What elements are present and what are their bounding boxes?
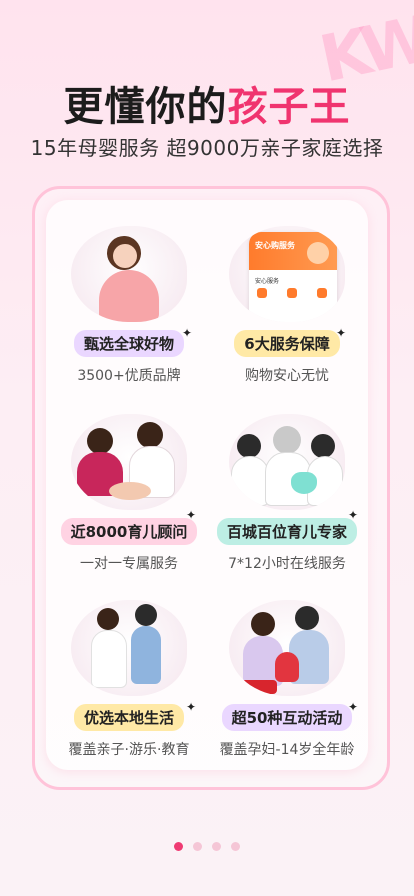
- family-illustration: [229, 600, 345, 696]
- feature-desc: 一对一专属服务: [80, 556, 178, 572]
- title-accent: 孩子王: [227, 84, 351, 130]
- sparkle-icon: ✦: [348, 700, 359, 714]
- service-app-illustration: 安心购服务 安心服务: [229, 226, 345, 322]
- page-title: 更懂你的孩子王: [0, 74, 414, 132]
- page-indicator: [0, 836, 414, 855]
- page-dot-3[interactable]: [212, 842, 221, 851]
- kids-playing-illustration: [71, 600, 187, 696]
- feature-parenting-advisors: 近8000育儿顾问 一对一专属服务: [54, 414, 204, 573]
- feature-desc: 7*12小时在线服务: [228, 556, 346, 572]
- feature-label: 超50种互动活动: [221, 704, 353, 731]
- feature-local-life: 优选本地生活 覆盖亲子·游乐·教育: [54, 600, 204, 759]
- feature-interactive-events: 超50种互动活动 覆盖孕妇-14岁全年龄: [212, 600, 362, 759]
- feature-label: 百城百位育儿专家: [216, 518, 357, 545]
- sparkle-icon: ✦: [182, 326, 193, 340]
- feature-service-guarantee: 安心购服务 安心服务 6大服务保障 购物安心无忧: [212, 226, 362, 385]
- phone-card-section: 安心服务: [255, 278, 280, 285]
- feature-label: 6大服务保障: [234, 330, 340, 357]
- sparkle-icon: ✦: [186, 700, 197, 714]
- feature-global-goods: 甄选全球好物 3500+优质品牌: [54, 226, 204, 385]
- page-dot-4[interactable]: [231, 842, 240, 851]
- feature-desc: 购物安心无忧: [245, 368, 329, 384]
- feature-label: 近8000育儿顾问: [60, 518, 198, 545]
- feature-desc: 3500+优质品牌: [77, 368, 181, 384]
- sparkle-icon: ✦: [186, 508, 197, 522]
- sparkle-icon: ✦: [348, 508, 359, 522]
- experts-team-illustration: [229, 414, 345, 510]
- feature-parenting-experts: 百城百位育儿专家 7*12小时在线服务: [212, 414, 362, 573]
- feature-desc: 覆盖亲子·游乐·教育: [68, 742, 190, 758]
- heart-icon: [291, 472, 317, 494]
- page-dot-1[interactable]: [174, 842, 183, 851]
- title-prefix: 更懂你的: [63, 84, 228, 130]
- page-dot-2[interactable]: [193, 842, 202, 851]
- advisor-baby-illustration: [71, 414, 187, 510]
- feature-label: 优选本地生活: [73, 704, 184, 731]
- sparkle-icon: ✦: [336, 326, 347, 340]
- phone-screen: 安心购服务 安心服务: [249, 232, 337, 322]
- page-subtitle: 15年母婴服务 超9000万亲子家庭选择: [30, 136, 384, 160]
- feature-label: 甄选全球好物: [73, 330, 184, 357]
- shield-badge-icon: [307, 242, 329, 264]
- mom-shopping-illustration: [71, 226, 187, 322]
- phone-card-title: 安心购服务: [255, 241, 295, 250]
- feature-desc: 覆盖孕妇-14岁全年龄: [219, 742, 355, 758]
